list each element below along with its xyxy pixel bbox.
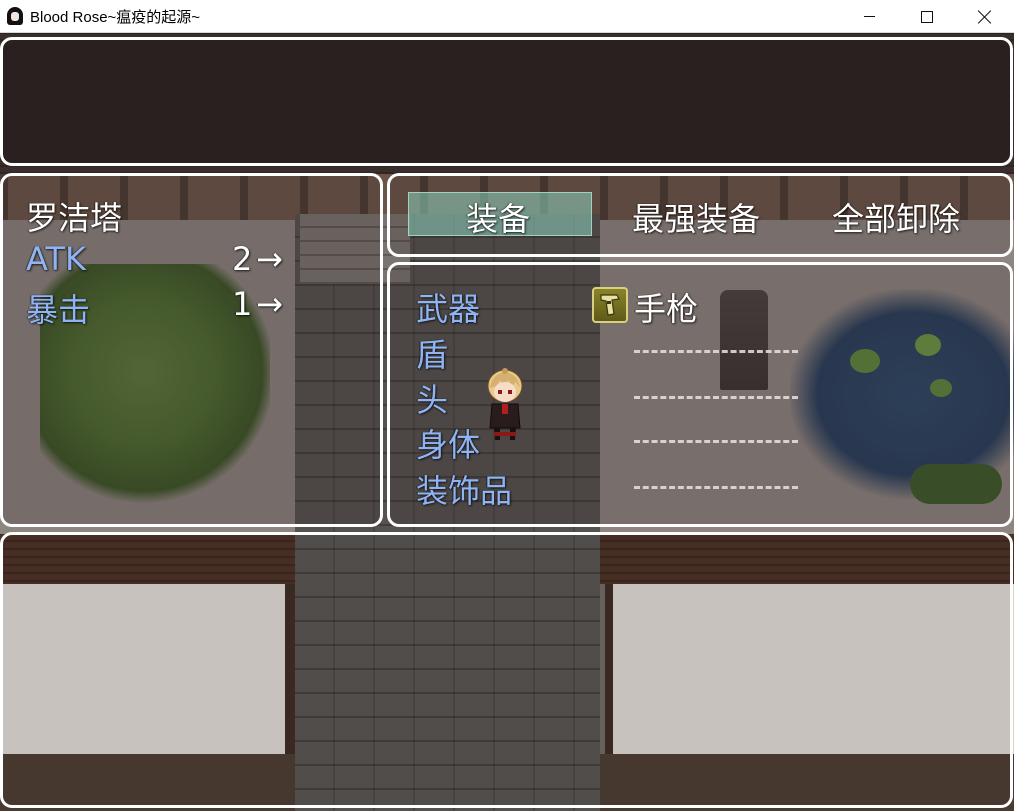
app-icon	[6, 7, 24, 25]
command-clear[interactable]: 全部卸除	[832, 194, 960, 240]
help-window	[0, 37, 1013, 166]
window-titlebar: Blood Rose~瘟疫的起源~	[0, 0, 1014, 33]
pistol-icon	[592, 287, 628, 323]
maximize-icon	[921, 10, 933, 23]
slot-label-shield[interactable]: 盾	[416, 330, 448, 376]
param-arrow-crit: →	[256, 285, 283, 323]
item-list-window	[0, 532, 1013, 808]
param-arrow-atk: →	[256, 240, 283, 278]
param-label-atk: ATK	[26, 240, 86, 278]
minimize-icon	[863, 16, 875, 17]
slot-label-accessory[interactable]: 装饰品	[416, 466, 512, 512]
slot-empty-accessory[interactable]	[634, 486, 798, 489]
param-value-atk: 2	[232, 240, 253, 278]
slot-empty-shield[interactable]	[634, 350, 798, 353]
window-title: Blood Rose~瘟疫的起源~	[30, 8, 201, 26]
minimize-button[interactable]	[840, 0, 898, 33]
slot-label-weapon[interactable]: 武器	[416, 284, 480, 330]
slot-item-weapon[interactable]: 手枪	[634, 284, 698, 330]
actor-name: 罗洁塔	[26, 199, 123, 237]
slot-empty-body[interactable]	[634, 440, 798, 443]
character-sprite	[486, 366, 524, 446]
command-optimize[interactable]: 最强装备	[632, 194, 760, 240]
slot-label-body[interactable]: 身体	[416, 420, 480, 466]
command-equip[interactable]: 装备	[466, 194, 530, 240]
close-icon	[978, 10, 992, 24]
param-value-crit: 1	[232, 285, 253, 323]
close-button[interactable]	[956, 0, 1014, 33]
slot-label-head[interactable]: 头	[416, 375, 448, 421]
param-label-crit: 暴击	[26, 291, 91, 329]
slot-empty-head[interactable]	[634, 396, 798, 399]
maximize-button[interactable]	[898, 0, 956, 33]
